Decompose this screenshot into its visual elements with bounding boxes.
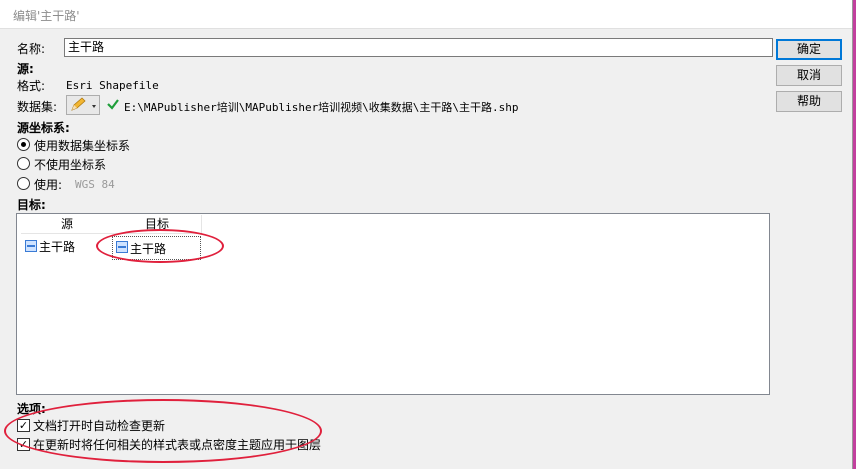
radio-no-crs[interactable]: [17, 157, 30, 170]
pencil-icon: [71, 97, 96, 111]
green-check-icon: [107, 99, 119, 110]
cancel-button[interactable]: 取消: [776, 65, 842, 86]
map-line: [853, 0, 856, 469]
edit-layer-dialog: 编辑'主干路' 名称: 主干路 确定 取消 帮助 源: 格式: Esri Sha…: [0, 0, 853, 469]
window-title: 编辑'主干路': [13, 9, 80, 23]
format-label: 格式:: [17, 79, 46, 93]
source-heading: 源:: [17, 62, 34, 76]
radio-use-dataset-crs[interactable]: [17, 138, 30, 151]
target-heading: 目标:: [17, 198, 46, 212]
annotation-ellipse-target: [96, 229, 224, 263]
crs-value[interactable]: WGS 84: [75, 178, 115, 191]
name-label: 名称:: [17, 42, 46, 56]
radio-use-crs-label: 使用:: [34, 178, 63, 192]
radio-use-crs[interactable]: [17, 177, 30, 190]
help-button[interactable]: 帮助: [776, 91, 842, 112]
dataset-label: 数据集:: [17, 100, 58, 114]
radio-no-crs-label: 不使用坐标系: [34, 158, 107, 172]
name-value: 主干路: [68, 40, 105, 54]
name-input[interactable]: 主干路: [64, 38, 773, 57]
row-source-name: 主干路: [39, 240, 76, 254]
format-value: Esri Shapefile: [66, 79, 159, 92]
layer-icon: [25, 240, 37, 252]
ok-button[interactable]: 确定: [776, 39, 842, 60]
source-crs-heading: 源坐标系:: [17, 121, 70, 135]
column-header-source[interactable]: 源: [21, 215, 114, 234]
dataset-path: E:\MAPublisher培训\MAPublisher培训视频\收集数据\主干…: [124, 101, 519, 114]
radio-use-dataset-crs-label: 使用数据集坐标系: [34, 139, 131, 153]
annotation-ellipse-options: [4, 399, 322, 463]
edit-dataset-button[interactable]: [66, 95, 100, 115]
title-bar: 编辑'主干路': [0, 0, 852, 29]
